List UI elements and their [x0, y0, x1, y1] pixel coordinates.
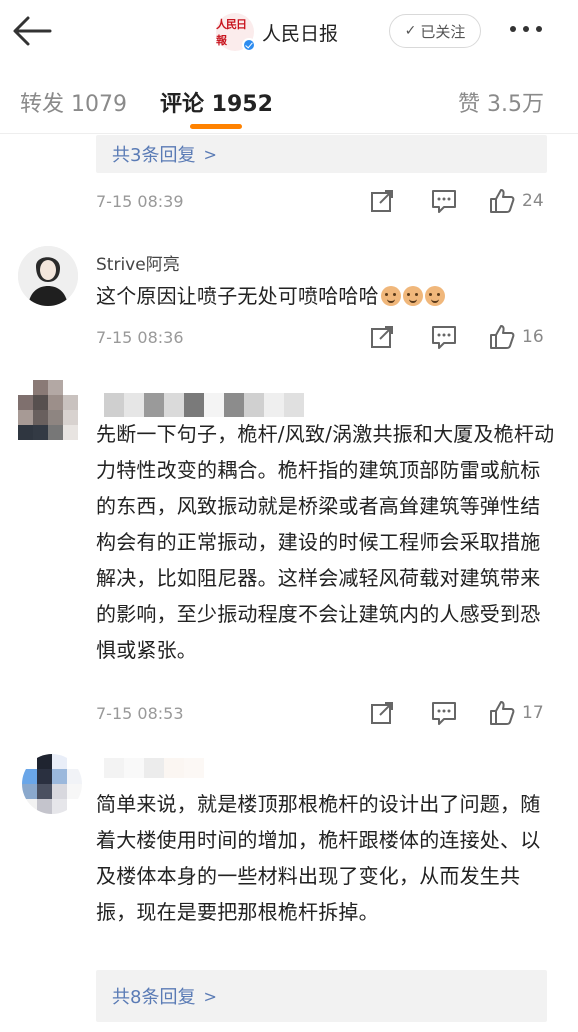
tab-bar: 转发 1079 评论 1952 赞 3.5万 — [0, 66, 578, 134]
avatar[interactable] — [18, 246, 78, 306]
reply-thread-link[interactable]: 共3条回复 > — [96, 135, 547, 173]
comment-actions: 24 — [368, 187, 544, 215]
like-icon[interactable] — [488, 699, 516, 727]
like-count: 16 — [522, 327, 544, 347]
like-count: 24 — [522, 191, 544, 211]
comment-text: 简单来说，就是楼顶那根桅杆的设计出了问题，随着大楼使用时间的增加，桅杆跟楼体的连… — [96, 792, 541, 924]
avatar-mosaic — [18, 380, 78, 440]
cat-emoji-icon — [424, 286, 445, 306]
avatar[interactable] — [18, 380, 78, 440]
comment-icon[interactable] — [430, 699, 458, 727]
tab-repost[interactable]: 转发 1079 — [20, 86, 127, 118]
share-icon[interactable] — [368, 323, 396, 351]
chevron-right-icon: > — [203, 144, 217, 164]
cat-emoji-icon — [380, 286, 401, 306]
comment-time: 7-15 08:36 — [96, 328, 184, 347]
comment-text-body: 这个原因让喷子无处可喷哈哈哈 — [96, 284, 379, 308]
comment-icon[interactable] — [430, 187, 458, 215]
avatar-image — [18, 246, 78, 306]
share-icon[interactable] — [368, 187, 396, 215]
comment-time: 7-15 08:39 — [96, 192, 184, 211]
nickname-mosaic — [104, 758, 204, 778]
like-count: 17 — [522, 703, 544, 723]
reply-link-label: 共3条回复 — [112, 145, 196, 166]
active-tab-indicator — [190, 124, 242, 129]
tab-likes[interactable]: 赞 3.5万 — [458, 86, 544, 118]
follow-button[interactable]: ✓ 已关注 — [389, 14, 481, 48]
share-icon[interactable] — [368, 699, 396, 727]
more-icon[interactable] — [510, 26, 542, 32]
comment-text: 先断一下句子，桅杆/风致/涡激共振和大厦及桅杆动力特性改变的耦合。桅杆指的建筑顶… — [96, 422, 555, 662]
chevron-right-icon: > — [203, 986, 217, 1006]
comment-text: 这个原因让喷子无处可喷哈哈哈 — [96, 278, 556, 314]
account-brand[interactable]: 人民日報 人民日报 — [216, 13, 338, 52]
back-arrow-icon[interactable] — [10, 10, 56, 52]
avatar[interactable] — [22, 754, 82, 814]
comment-nickname[interactable]: Strive阿亮 — [96, 250, 180, 275]
account-avatar[interactable]: 人民日報 — [216, 13, 256, 52]
avatar-mosaic — [22, 754, 82, 814]
reply-thread-link[interactable]: 共8条回复 > — [96, 970, 547, 1022]
like-icon[interactable] — [488, 187, 516, 215]
nickname-mosaic — [104, 393, 304, 417]
top-bar: 人民日報 人民日报 ✓ 已关注 — [0, 0, 578, 66]
cat-emoji-icon — [402, 286, 423, 306]
like-icon[interactable] — [488, 323, 516, 351]
comment-actions: 17 — [368, 699, 544, 727]
comment-actions: 16 — [368, 323, 544, 351]
account-name[interactable]: 人民日报 — [262, 19, 338, 46]
check-icon: ✓ — [404, 23, 417, 39]
verified-icon — [242, 38, 256, 52]
reply-link-label: 共8条回复 — [112, 987, 196, 1008]
comment-time: 7-15 08:53 — [96, 704, 184, 723]
follow-label: 已关注 — [420, 22, 466, 41]
tab-comments[interactable]: 评论 1952 — [160, 86, 273, 118]
comment-icon[interactable] — [430, 323, 458, 351]
